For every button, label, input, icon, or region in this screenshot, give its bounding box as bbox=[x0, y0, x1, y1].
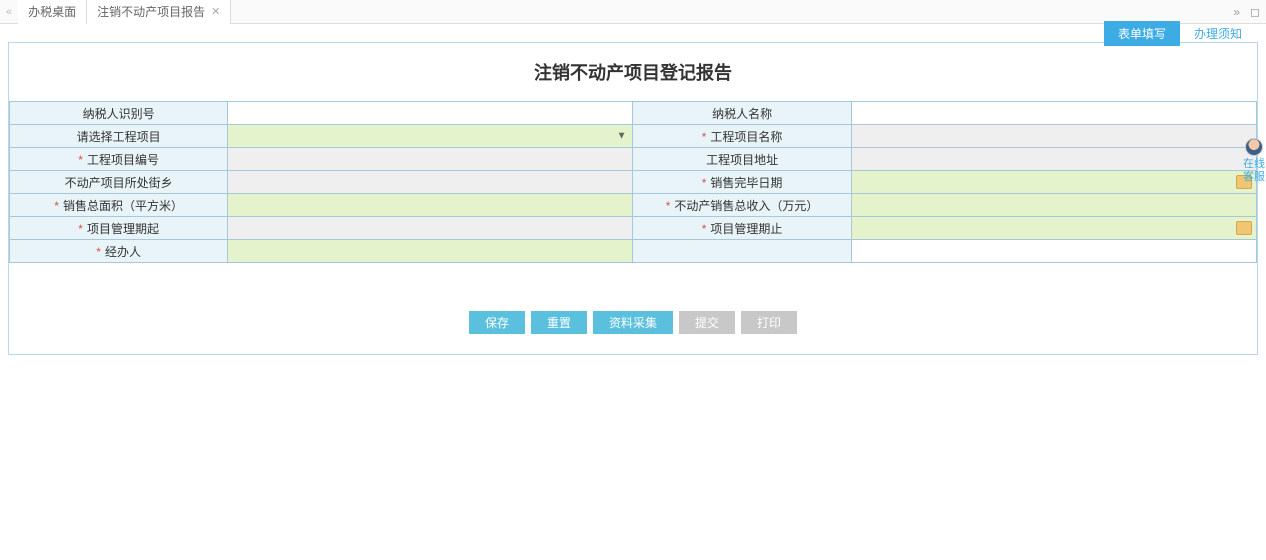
tab-bar: « 办税桌面 注销不动产项目报告 ✕ » ◻ bbox=[0, 0, 1266, 24]
tab-report[interactable]: 注销不动产项目报告 ✕ bbox=[87, 0, 231, 24]
value-project-code bbox=[228, 148, 633, 171]
value-sale-area[interactable] bbox=[228, 194, 633, 217]
mgmt-start-input[interactable] bbox=[228, 217, 632, 239]
panel-title: 注销不动产项目登记报告 bbox=[9, 43, 1257, 101]
label-select-project: 请选择工程项目 bbox=[10, 125, 228, 148]
tab-desktop[interactable]: 办税桌面 bbox=[18, 0, 87, 24]
online-service-label: 在线客服 bbox=[1242, 158, 1266, 184]
label-project-name: *工程项目名称 bbox=[633, 125, 851, 148]
value-project-addr bbox=[851, 148, 1256, 171]
value-taxpayer-name bbox=[851, 102, 1256, 125]
sale-income-input[interactable] bbox=[852, 194, 1256, 216]
label-mgmt-end: *项目管理期止 bbox=[633, 217, 851, 240]
label-project-code: *工程项目编号 bbox=[10, 148, 228, 171]
online-service-widget[interactable]: 在线客服 bbox=[1242, 138, 1266, 184]
sale-area-input[interactable] bbox=[228, 194, 632, 216]
collect-button[interactable]: 资料采集 bbox=[593, 311, 673, 334]
project-code-input[interactable] bbox=[228, 148, 632, 170]
select-project-input[interactable] bbox=[228, 125, 632, 147]
value-mgmt-end[interactable] bbox=[851, 217, 1256, 240]
maximize-icon[interactable]: ◻ bbox=[1250, 5, 1260, 19]
subtab-notice[interactable]: 办理须知 bbox=[1180, 21, 1256, 46]
tab-label: 办税桌面 bbox=[28, 3, 76, 20]
value-select-project[interactable]: ▼ bbox=[228, 125, 633, 148]
save-button[interactable]: 保存 bbox=[469, 311, 525, 334]
value-project-name bbox=[851, 125, 1256, 148]
sale-complete-date-input[interactable] bbox=[852, 171, 1256, 193]
value-operator[interactable] bbox=[228, 240, 633, 263]
value-empty bbox=[851, 240, 1256, 263]
label-sale-complete-date: *销售完毕日期 bbox=[633, 171, 851, 194]
button-row: 保存 重置 资料采集 提交 打印 bbox=[9, 263, 1257, 354]
operator-input[interactable] bbox=[228, 240, 632, 262]
label-sale-income: *不动产销售总收入（万元） bbox=[633, 194, 851, 217]
value-sale-income[interactable] bbox=[851, 194, 1256, 217]
label-mgmt-start: *项目管理期起 bbox=[10, 217, 228, 240]
tab-label: 注销不动产项目报告 bbox=[97, 3, 205, 20]
subtab-fill[interactable]: 表单填写 bbox=[1104, 21, 1180, 46]
label-taxpayer-name: 纳税人名称 bbox=[633, 102, 851, 125]
value-mgmt-start bbox=[228, 217, 633, 240]
form-table: 纳税人识别号 纳税人名称 请选择工程项目 ▼ *工程项目名称 *工程项目编号 工… bbox=[9, 101, 1257, 263]
value-taxpayer-id bbox=[228, 102, 633, 125]
calendar-icon[interactable] bbox=[1236, 221, 1252, 235]
submit-button: 提交 bbox=[679, 311, 735, 334]
project-addr-input[interactable] bbox=[852, 148, 1256, 170]
close-icon[interactable]: ✕ bbox=[211, 5, 220, 18]
street-input[interactable] bbox=[228, 171, 632, 193]
avatar-icon bbox=[1245, 138, 1263, 156]
label-project-addr: 工程项目地址 bbox=[633, 148, 851, 171]
tab-next-icon[interactable]: » bbox=[1233, 5, 1240, 19]
project-name-input[interactable] bbox=[852, 125, 1256, 147]
value-sale-complete-date[interactable] bbox=[851, 171, 1256, 194]
label-taxpayer-id: 纳税人识别号 bbox=[10, 102, 228, 125]
print-button: 打印 bbox=[741, 311, 797, 334]
mgmt-end-input[interactable] bbox=[852, 217, 1256, 239]
label-operator: *经办人 bbox=[10, 240, 228, 263]
label-street: 不动产项目所处街乡 bbox=[10, 171, 228, 194]
tab-prev-icon[interactable]: « bbox=[0, 6, 18, 18]
sub-tabs: 表单填写 办理须知 bbox=[1104, 21, 1256, 46]
value-street bbox=[228, 171, 633, 194]
label-empty bbox=[633, 240, 851, 263]
reset-button[interactable]: 重置 bbox=[531, 311, 587, 334]
label-sale-area: *销售总面积（平方米） bbox=[10, 194, 228, 217]
form-panel: 注销不动产项目登记报告 纳税人识别号 纳税人名称 请选择工程项目 ▼ *工程项目… bbox=[8, 42, 1258, 355]
